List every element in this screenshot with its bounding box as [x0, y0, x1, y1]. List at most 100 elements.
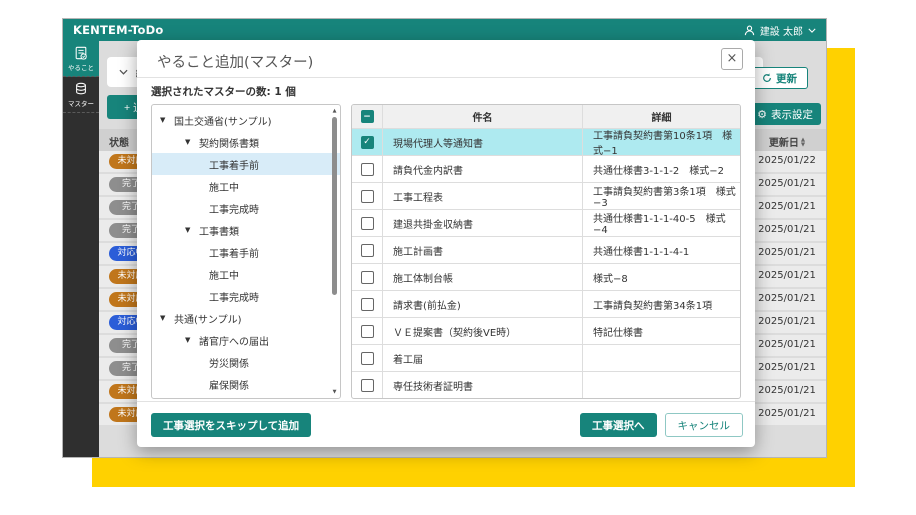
tree-item-label: 施工中 [209, 182, 239, 194]
document-detail: 共通仕様書1-1-1-4-1 [582, 237, 740, 263]
document-subject: 着工届 [382, 345, 582, 371]
user-menu[interactable]: 建設 太郎 [744, 23, 816, 38]
document-row[interactable]: 施工計画書 共通仕様書1-1-1-4-1 [352, 237, 740, 264]
row-checkbox[interactable] [360, 378, 374, 392]
updated-date: 2025/01/21 [758, 293, 816, 304]
updated-date: 2025/01/21 [758, 224, 816, 235]
tree-item[interactable]: 工事完成時 [152, 197, 340, 219]
document-row[interactable]: 専任技術者証明書 [352, 372, 740, 398]
tree-expand-icon[interactable]: ▼ [185, 336, 199, 344]
document-subject: 現場代理人等通知書 [382, 129, 582, 155]
tree-item[interactable]: 施工中 [152, 175, 340, 197]
document-row[interactable]: ✓ 現場代理人等通知書 工事請負契約書第10条1項 様式−1 [352, 129, 740, 157]
row-checkbox[interactable] [360, 162, 374, 176]
document-subject: 工事工程表 [382, 183, 582, 209]
tree-item-label: 工事書類 [199, 226, 239, 238]
database-icon [76, 82, 86, 94]
row-checkbox[interactable] [360, 324, 374, 338]
chevron-down-icon [119, 69, 128, 75]
tree-item[interactable]: ▼ 諸官庁への届出 [152, 329, 340, 351]
updated-date: 2025/01/21 [758, 270, 816, 281]
tree-item-label: 国土交通省(サンプル) [174, 116, 272, 128]
updated-date: 2025/01/21 [758, 247, 816, 258]
master-tree-panel: ▼ 国土交通省(サンプル) ▼ 契約関係書類 工事着手前 施工中 工事完成時 ▼… [151, 104, 341, 399]
document-subject: 建退共掛金収納書 [382, 210, 582, 236]
modal-header: やること追加(マスター) × [137, 40, 755, 78]
user-icon [744, 25, 754, 35]
gear-icon: ⚙ [757, 107, 767, 121]
document-subject: 施工体制台帳 [382, 264, 582, 290]
tree-item-label: 工事完成時 [209, 292, 259, 304]
close-icon[interactable]: × [721, 48, 743, 70]
sidebar-item-master[interactable]: マスター [63, 77, 99, 113]
row-checkbox[interactable] [360, 270, 374, 284]
document-row[interactable]: ＶＥ提案書（契約後VE時） 特記仕様書 [352, 318, 740, 345]
modal-body: 選択されたマスターの数: 1 個 ▼ 国土交通省(サンプル) ▼ 契約関係書類 [151, 78, 741, 401]
tree-item-label: 施工中 [209, 270, 239, 282]
refresh-icon [763, 73, 771, 82]
tree-item[interactable]: 工事完成時 [152, 285, 340, 307]
updated-date: 2025/01/21 [758, 201, 816, 212]
updated-date: 2025/01/21 [758, 339, 816, 350]
select-all-checkbox[interactable]: − [360, 110, 374, 123]
document-row[interactable]: 着工届 [352, 345, 740, 372]
cancel-button[interactable]: キャンセル [664, 413, 743, 437]
tree-item[interactable]: 雇保関係 [152, 373, 340, 395]
sidebar-item-todo[interactable]: やること [63, 41, 99, 77]
document-subject: 請求書(前払金) [382, 291, 582, 317]
tree-item[interactable]: 工事着手前 [152, 153, 340, 175]
display-settings-button[interactable]: ⚙ 表示設定 [749, 103, 821, 125]
tree-scrollbar[interactable]: ▲ ▼ [330, 108, 339, 395]
tree-expand-icon[interactable]: ▼ [160, 314, 174, 322]
document-row[interactable]: 施工体制台帳 様式−8 [352, 264, 740, 291]
modal-title: やること追加(マスター) [157, 55, 314, 71]
user-name: 建設 太郎 [759, 26, 803, 38]
updated-date: 2025/01/21 [758, 178, 816, 189]
tree-item[interactable]: 工事着手前 [152, 241, 340, 263]
document-row[interactable]: 請負代金内訳書 共通仕様書3-1-1-2 様式−2 [352, 156, 740, 183]
tree-item-label: 諸官庁への届出 [199, 336, 269, 348]
updated-date: 2025/01/21 [758, 408, 816, 419]
row-checkbox[interactable] [360, 189, 374, 203]
document-subject: 専任技術者証明書 [382, 372, 582, 398]
tree-item-label: 共通(サンプル) [174, 314, 242, 326]
document-detail: 共通仕様書1-1-1-40-5 様式−4 [582, 210, 740, 236]
to-project-select-button[interactable]: 工事選択へ [580, 413, 657, 437]
scroll-down-icon[interactable]: ▼ [330, 389, 339, 395]
document-detail: 工事請負契約書第3条1項 様式−3 [582, 183, 740, 209]
tree-item[interactable]: 労災関係 [152, 351, 340, 373]
updated-date: 2025/01/21 [758, 385, 816, 396]
scroll-up-icon[interactable]: ▲ [330, 108, 339, 114]
tree-item[interactable]: ▼ 工事書類 [152, 219, 340, 241]
tree-item-label: 契約関係書類 [199, 138, 259, 150]
tree-item[interactable]: ▼ 共通(サンプル) [152, 307, 340, 329]
updated-date: 2025/01/22 [758, 155, 816, 166]
row-checkbox[interactable] [360, 216, 374, 230]
row-checkbox[interactable] [360, 297, 374, 311]
document-row[interactable]: 建退共掛金収納書 共通仕様書1-1-1-40-5 様式−4 [352, 210, 740, 237]
date-column-header[interactable]: 更新日 ▲ ▼ [754, 134, 820, 149]
detail-column-header: 詳細 [582, 105, 740, 128]
tree-expand-icon[interactable]: ▼ [160, 116, 174, 124]
row-checkbox[interactable] [360, 243, 374, 257]
tree-item[interactable]: ▼ 契約関係書類 [152, 131, 340, 153]
document-detail: 様式−8 [582, 264, 740, 290]
desktop: KENTEM-ToDo 建設 太郎 やること マスター 絞り込み + 追加 [0, 0, 916, 515]
tree-item-label: 労災関係 [209, 358, 249, 370]
document-subject: ＶＥ提案書（契約後VE時） [382, 318, 582, 344]
documents-table: − 件名 詳細 ✓ 現場代理人等通知書 工事請負契約書第10条1項 様式−1 請… [351, 104, 741, 399]
tree-expand-icon[interactable]: ▼ [185, 226, 199, 234]
row-checkbox[interactable] [360, 351, 374, 365]
tree-expand-icon[interactable]: ▼ [185, 138, 199, 146]
tree-item[interactable]: ▼ 国土交通省(サンプル) [152, 109, 340, 131]
refresh-button[interactable]: 更新 [751, 67, 808, 89]
scrollbar-thumb[interactable] [332, 117, 337, 295]
tree-item[interactable]: 施工中 [152, 263, 340, 285]
skip-and-add-button[interactable]: 工事選択をスキップして追加 [151, 413, 312, 437]
document-row[interactable]: 工事工程表 工事請負契約書第3条1項 様式−3 [352, 183, 740, 210]
document-row[interactable]: 請求書(前払金) 工事請負契約書第34条1項 [352, 291, 740, 318]
row-checkbox[interactable]: ✓ [360, 135, 374, 149]
sidebar-item-label: マスター [68, 99, 94, 108]
document-detail: 工事請負契約書第34条1項 [582, 291, 740, 317]
modal-footer: 工事選択をスキップして追加 工事選択へ キャンセル [137, 401, 755, 447]
